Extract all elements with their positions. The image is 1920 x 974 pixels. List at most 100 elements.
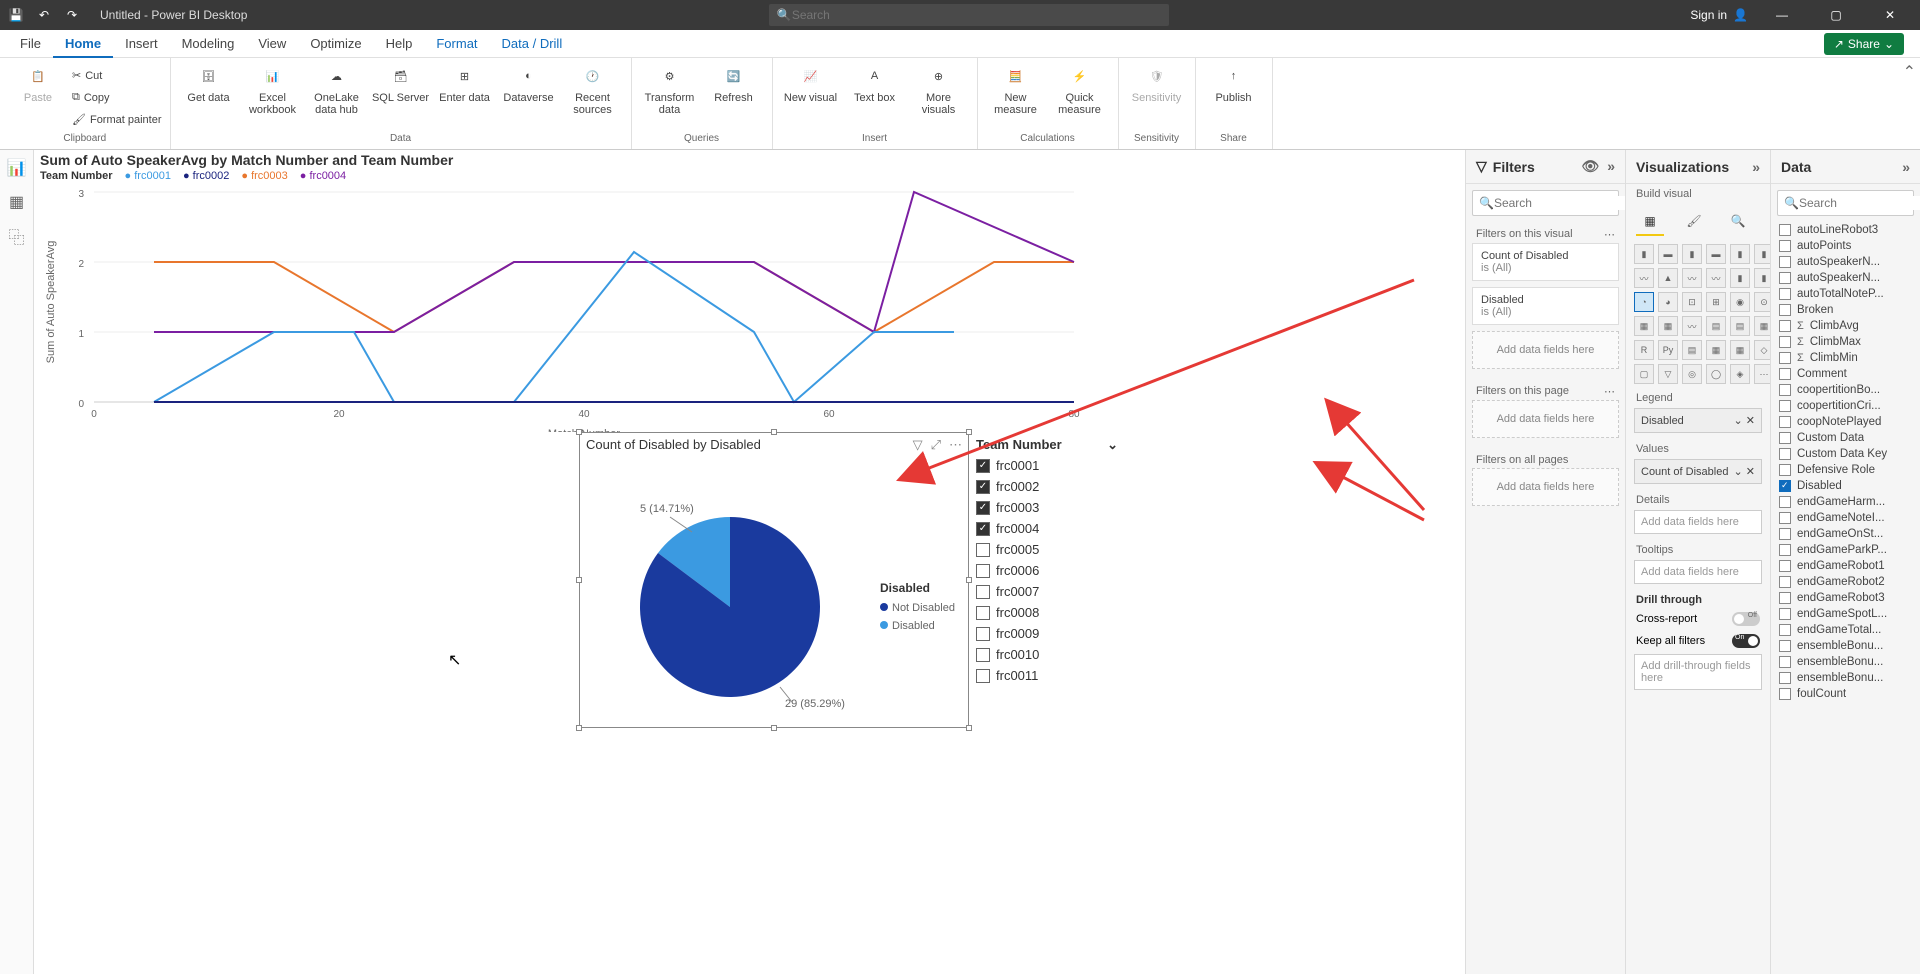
field-item[interactable]: ΣClimbAvg [1771,318,1920,334]
slicer-item[interactable]: frc0005 [972,539,1122,560]
keep-filters-toggle[interactable]: On [1732,634,1760,648]
checkbox-icon[interactable] [1779,240,1791,252]
checkbox-icon[interactable]: ✓ [976,501,990,515]
checkbox-icon[interactable] [976,627,990,641]
tab-data-drill[interactable]: Data / Drill [490,30,575,58]
format-painter-button[interactable]: 🖌Format painter [72,110,162,130]
global-search-input[interactable] [792,8,1161,22]
checkbox-icon[interactable] [1779,400,1791,412]
tab-help[interactable]: Help [374,30,425,58]
viz-type-icon[interactable]: ▢ [1634,364,1654,384]
checkbox-icon[interactable] [1779,544,1791,556]
eye-icon[interactable]: 👁 [1581,158,1599,175]
more-visuals-button[interactable]: ⊕More visuals [909,62,969,133]
field-item[interactable]: coopertitionBo... [1771,382,1920,398]
tab-insert[interactable]: Insert [113,30,170,58]
recent-sources-button[interactable]: 🕐Recent sources [563,62,623,133]
tab-optimize[interactable]: Optimize [298,30,373,58]
details-well[interactable]: Add data fields here [1634,510,1762,534]
dataverse-button[interactable]: ◐Dataverse [499,62,559,133]
field-item[interactable]: ensembleBonu... [1771,670,1920,686]
refresh-button[interactable]: 🔄Refresh [704,62,764,133]
viz-type-icon[interactable]: ▮ [1634,244,1654,264]
checkbox-icon[interactable] [1779,288,1791,300]
checkbox-icon[interactable] [1779,384,1791,396]
viz-type-icon[interactable]: ▮ [1730,244,1750,264]
viz-type-icon[interactable]: ▮ [1730,268,1750,288]
filters-search[interactable]: 🔍 [1472,190,1619,216]
visual-filters-drop[interactable]: Add data fields here [1472,331,1619,369]
field-item[interactable]: Custom Data [1771,430,1920,446]
report-view-icon[interactable]: 📊 [5,156,29,180]
signin-button[interactable]: Sign in 👤 [1690,8,1748,22]
field-item[interactable]: endGameRobot1 [1771,558,1920,574]
viz-type-icon[interactable]: ▬ [1658,244,1678,264]
viz-type-icon[interactable]: 〰 [1634,268,1654,288]
checkbox-icon[interactable] [1779,304,1791,316]
viz-type-icon[interactable]: ▤ [1706,316,1726,336]
field-item[interactable]: endGameRobot3 [1771,590,1920,606]
field-item[interactable]: coopNotePlayed [1771,414,1920,430]
get-data-button[interactable]: 🗄Get data [179,62,239,133]
field-item[interactable]: coopertitionCri... [1771,398,1920,414]
field-item[interactable]: endGameRobot2 [1771,574,1920,590]
transform-data-button[interactable]: ⚙Transform data [640,62,700,133]
analytics-tab-icon[interactable]: 🔍 [1724,208,1752,236]
field-item[interactable]: autoSpeakerN... [1771,254,1920,270]
field-item[interactable]: ΣClimbMax [1771,334,1920,350]
slicer-item[interactable]: ✓frc0001 [972,455,1122,476]
redo-icon[interactable]: ↷ [64,7,80,23]
viz-type-icon[interactable]: ▦ [1730,340,1750,360]
checkbox-icon[interactable]: ✓ [976,522,990,536]
checkbox-icon[interactable] [1779,672,1791,684]
checkbox-icon[interactable] [1779,448,1791,460]
sql-button[interactable]: 🗃SQL Server [371,62,431,133]
checkbox-icon[interactable] [1779,464,1791,476]
slicer-item[interactable]: frc0007 [972,581,1122,602]
viz-type-icon[interactable]: ◈ [1730,364,1750,384]
more-icon[interactable]: ⋯ [949,437,962,453]
viz-type-icon[interactable]: ◉ [1730,292,1750,312]
global-search[interactable]: 🔍 [769,4,1169,26]
checkbox-icon[interactable] [976,543,990,557]
line-chart-visual[interactable]: Sum of Auto SpeakerAvg by Match Number a… [34,150,1099,450]
field-item[interactable]: endGameParkP... [1771,542,1920,558]
checkbox-icon[interactable] [1779,368,1791,380]
field-item[interactable]: ΣClimbMin [1771,350,1920,366]
viz-type-icon[interactable]: ⊞ [1706,292,1726,312]
viz-type-icon[interactable]: ◔ [1634,292,1654,312]
checkbox-icon[interactable] [1779,560,1791,572]
viz-type-icon[interactable]: ⊡ [1682,292,1702,312]
tab-format[interactable]: Format [424,30,489,58]
more-icon[interactable]: ⋯ [1604,228,1615,241]
field-item[interactable]: endGameTotal... [1771,622,1920,638]
cut-button[interactable]: ✂Cut [72,66,162,86]
collapse-icon[interactable]: » [1902,159,1910,175]
minimize-button[interactable]: — [1762,8,1802,22]
slicer-item[interactable]: ✓frc0004 [972,518,1122,539]
team-number-slicer[interactable]: Team Number⌄ ✓frc0001✓frc0002✓frc0003✓fr… [972,435,1122,686]
viz-type-icon[interactable]: ▬ [1706,244,1726,264]
field-item[interactable]: Disabled [1771,478,1920,494]
tab-view[interactable]: View [246,30,298,58]
viz-type-icon[interactable]: ▤ [1730,316,1750,336]
viz-type-icon[interactable]: ▦ [1658,316,1678,336]
field-item[interactable]: autoPoints [1771,238,1920,254]
enter-data-button[interactable]: ⊞Enter data [435,62,495,133]
quick-measure-button[interactable]: ⚡Quick measure [1050,62,1110,133]
pie-chart-visual[interactable]: Count of Disabled by Disabled ▽ ⤢ ⋯ 5 (1… [579,432,969,728]
filter-card[interactable]: Disabledis (All) [1472,287,1619,325]
field-item[interactable]: ensembleBonu... [1771,638,1920,654]
slicer-item[interactable]: ✓frc0002 [972,476,1122,497]
field-item[interactable]: endGameHarm... [1771,494,1920,510]
page-filters-drop[interactable]: Add data fields here [1472,400,1619,438]
checkbox-icon[interactable] [1779,512,1791,524]
checkbox-icon[interactable] [1779,416,1791,428]
checkbox-icon[interactable] [1779,640,1791,652]
checkbox-icon[interactable] [976,606,990,620]
checkbox-icon[interactable] [1779,528,1791,540]
checkbox-icon[interactable] [1779,592,1791,604]
checkbox-icon[interactable] [976,669,990,683]
checkbox-icon[interactable] [1779,432,1791,444]
viz-type-icon[interactable]: ◎ [1682,364,1702,384]
